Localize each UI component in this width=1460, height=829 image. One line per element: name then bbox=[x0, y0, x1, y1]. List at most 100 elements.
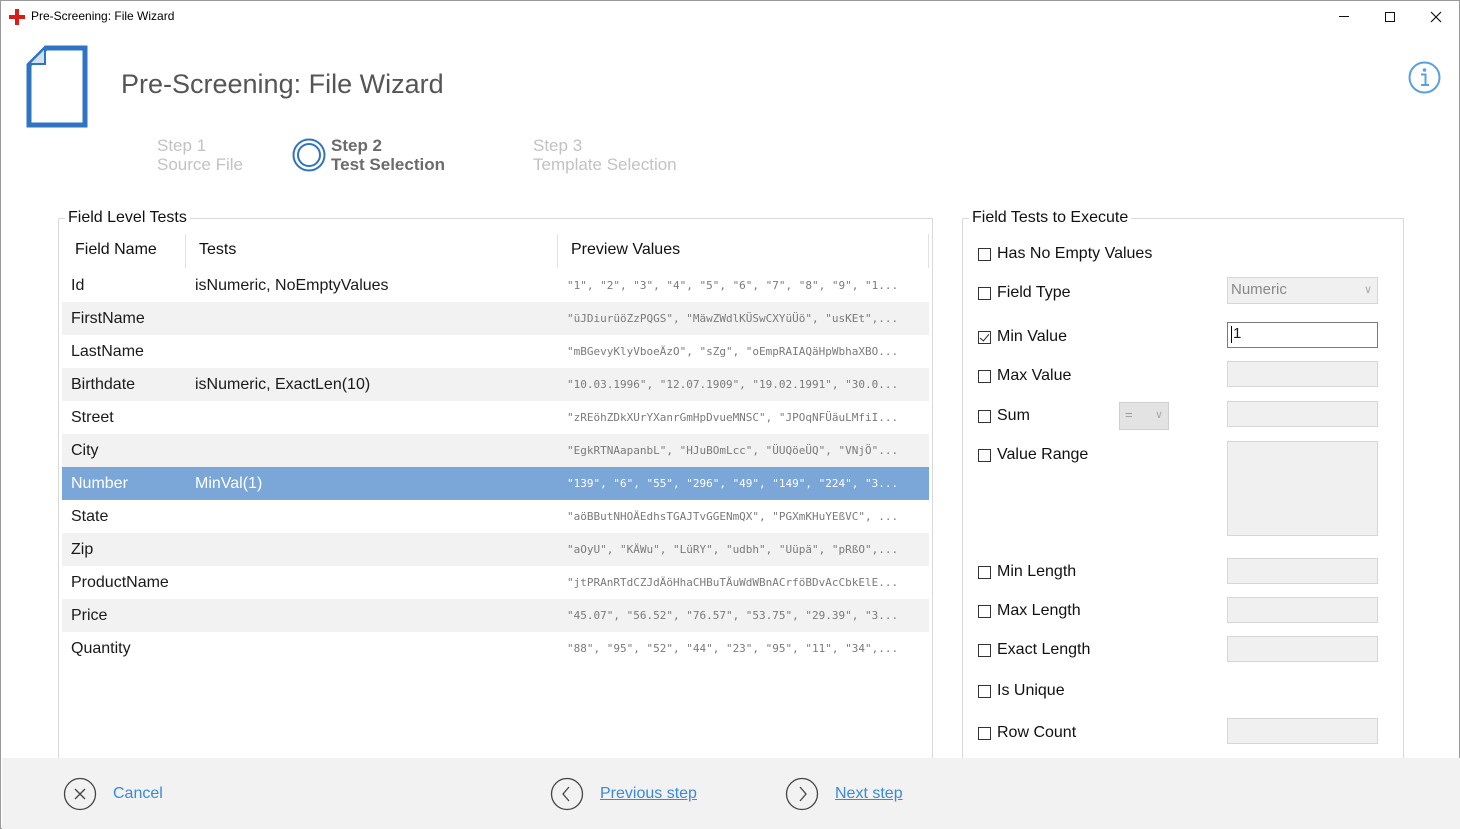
preview-cell: "aOyU", "KÄWu", "LüRY", "udbh", "Uüpä", … bbox=[567, 543, 899, 556]
maximize-icon bbox=[1385, 11, 1395, 22]
preview-cell: "139", "6", "55", "296", "49", "149", "2… bbox=[567, 477, 899, 490]
field-name-cell: State bbox=[71, 508, 109, 525]
max-length-input[interactable] bbox=[1227, 597, 1378, 623]
column-divider[interactable] bbox=[185, 234, 186, 268]
table-row-selected[interactable]: Number MinVal(1) "139", "6", "55", "296", … bbox=[62, 467, 929, 500]
field-name-cell: Quantity bbox=[71, 640, 131, 657]
field-type-label: Field Type bbox=[997, 284, 1071, 301]
field-name-cell: LastName bbox=[71, 343, 144, 360]
field-name-cell: Id bbox=[71, 277, 85, 294]
tests-cell bbox=[195, 566, 555, 599]
max-value-input[interactable] bbox=[1227, 361, 1378, 387]
field-level-tests-legend: Field Level Tests bbox=[65, 209, 190, 227]
preview-cell: "88", "95", "52", "44", "23", "95", "11"… bbox=[567, 642, 899, 655]
table-row[interactable]: Id isNumeric, NoEmptyValues "1", "2", "3",… bbox=[62, 269, 929, 302]
page-title: Pre-Screening: File Wizard bbox=[121, 69, 444, 99]
exact-length-label: Exact Length bbox=[997, 641, 1091, 658]
column-header-field-name[interactable]: Field Name bbox=[75, 234, 157, 268]
exact-length-input[interactable] bbox=[1227, 636, 1378, 662]
table-header: Field Name Tests Preview Values bbox=[62, 234, 929, 268]
checkbox-box bbox=[978, 684, 991, 698]
tests-cell bbox=[195, 302, 555, 335]
info-icon[interactable] bbox=[1408, 61, 1441, 94]
tests-cell bbox=[195, 335, 555, 368]
field-name-cell: Birthdate bbox=[71, 376, 136, 393]
checkbox-box bbox=[978, 448, 991, 462]
column-header-tests[interactable]: Tests bbox=[199, 234, 236, 268]
chevron-right-icon bbox=[785, 777, 819, 810]
min-value-checkbox[interactable]: Min Value bbox=[978, 327, 1067, 347]
footer-bar: Cancel Previous step Next step bbox=[2, 758, 1460, 829]
field-type-select[interactable]: Numeric ∨ bbox=[1227, 277, 1378, 304]
preview-cell: "EgkRTNAapanbL", "HJuBOmLcc", "ÜUQöeÜQ",… bbox=[567, 444, 899, 457]
sum-label: Sum bbox=[997, 407, 1030, 424]
value-range-textarea[interactable] bbox=[1227, 441, 1378, 536]
tests-cell bbox=[195, 632, 555, 665]
table-row[interactable]: Price "45.07", "56.52", "76.57", "53.75",… bbox=[62, 599, 929, 632]
close-button[interactable] bbox=[1413, 1, 1459, 32]
chevron-down-icon: ∨ bbox=[1154, 409, 1163, 421]
checkbox-box bbox=[978, 643, 991, 657]
is-unique-checkbox[interactable]: Is Unique bbox=[978, 681, 1065, 701]
sum-input[interactable] bbox=[1227, 401, 1378, 427]
has-no-empty-values-checkbox[interactable]: Has No Empty Values bbox=[978, 244, 1152, 264]
table-row[interactable]: State "aöBButNHOÄEdhsTGAJTvGGENmQX", "PGX… bbox=[62, 500, 929, 533]
text-caret bbox=[1231, 325, 1232, 343]
field-name-cell: Number bbox=[71, 475, 128, 492]
field-type-checkbox[interactable]: Field Type bbox=[978, 283, 1071, 303]
cancel-button[interactable]: Cancel bbox=[63, 758, 163, 829]
sum-checkbox[interactable]: Sum bbox=[978, 406, 1030, 426]
min-value-text: 1 bbox=[1233, 325, 1242, 342]
checkbox-box bbox=[978, 369, 991, 383]
preview-cell: "jtPRAnRTdCZJdÄöHhaCHBuTÄuWdWBnACrföBDvA… bbox=[567, 576, 899, 589]
table-row[interactable]: Street "zREöhZDkXUrYXanrGmHpDvueMNSC", "J… bbox=[62, 401, 929, 434]
previous-step-label: Previous step bbox=[600, 784, 697, 802]
table-row[interactable]: Quantity "88", "95", "52", "44", "23", "9… bbox=[62, 632, 929, 665]
minimize-button[interactable] bbox=[1321, 1, 1367, 32]
row-count-checkbox[interactable]: Row Count bbox=[978, 723, 1076, 743]
min-value-input[interactable]: 1 bbox=[1227, 322, 1378, 348]
table-row[interactable]: ProductName "jtPRAnRTdCZJdÄöHhaCHBuTÄuWdW… bbox=[62, 566, 929, 599]
tests-cell bbox=[195, 401, 555, 434]
field-name-cell: Street bbox=[71, 409, 114, 426]
field-type-value: Numeric bbox=[1231, 281, 1287, 298]
row-count-label: Row Count bbox=[997, 724, 1077, 741]
table-row[interactable]: City "EgkRTNAapanbL", "HJuBOmLcc", "ÜUQöe… bbox=[62, 434, 929, 467]
step-3: Step 3 Template Selection bbox=[533, 136, 677, 174]
cancel-icon bbox=[63, 777, 97, 810]
maximize-button[interactable] bbox=[1367, 1, 1413, 32]
step-3-name: Template Selection bbox=[533, 155, 677, 174]
table-row[interactable]: Zip "aOyU", "KÄWu", "LüRY", "udbh", "Uüpä… bbox=[62, 533, 929, 566]
preview-cell: "zREöhZDkXUrYXanrGmHpDvueMNSC", "JPOqNFÜ… bbox=[567, 411, 899, 424]
field-name-cell: Zip bbox=[71, 541, 94, 558]
document-icon bbox=[26, 45, 88, 128]
row-count-input[interactable] bbox=[1227, 718, 1378, 744]
preview-cell: "10.03.1996", "12.07.1909", "19.02.1991"… bbox=[567, 378, 899, 391]
table-row[interactable]: LastName "mBGevyKlyVboeÄzO", "sZg", "oEmp… bbox=[62, 335, 929, 368]
previous-step-button[interactable]: Previous step bbox=[550, 758, 697, 829]
cancel-label: Cancel bbox=[113, 784, 163, 802]
exact-length-checkbox[interactable]: Exact Length bbox=[978, 640, 1090, 660]
chevron-down-icon: ∨ bbox=[1363, 284, 1372, 296]
min-length-checkbox[interactable]: Min Length bbox=[978, 562, 1076, 582]
sum-operator-select[interactable]: = ∨ bbox=[1119, 402, 1169, 430]
column-header-preview-values[interactable]: Preview Values bbox=[571, 234, 680, 268]
preview-cell: "aöBButNHOÄEdhsTGAJTvGGENmQX", "PGXmKHuY… bbox=[567, 510, 899, 523]
window-title: Pre-Screening: File Wizard bbox=[31, 9, 175, 23]
minimize-icon bbox=[1339, 16, 1349, 17]
min-length-label: Min Length bbox=[997, 563, 1077, 580]
wizard-window: Pre-Screening: File Wizard Pre-Screening… bbox=[0, 0, 1460, 829]
column-divider[interactable] bbox=[557, 234, 558, 268]
next-step-button[interactable]: Next step bbox=[785, 758, 903, 829]
close-icon bbox=[1430, 11, 1442, 22]
table-row[interactable]: Birthdate isNumeric, ExactLen(10) "10.03.1… bbox=[62, 368, 929, 401]
max-length-checkbox[interactable]: Max Length bbox=[978, 601, 1081, 621]
max-value-label: Max Value bbox=[997, 367, 1072, 384]
tests-cell: MinVal(1) bbox=[195, 475, 263, 492]
value-range-checkbox[interactable]: Value Range bbox=[978, 445, 1088, 465]
column-divider[interactable] bbox=[928, 234, 929, 268]
min-length-input[interactable] bbox=[1227, 558, 1378, 584]
table-row[interactable]: FirstName "üJDiurüöZzPQGS", "MäwZWdlKÜSwC… bbox=[62, 302, 929, 335]
max-value-checkbox[interactable]: Max Value bbox=[978, 366, 1071, 386]
value-range-label: Value Range bbox=[997, 446, 1089, 463]
